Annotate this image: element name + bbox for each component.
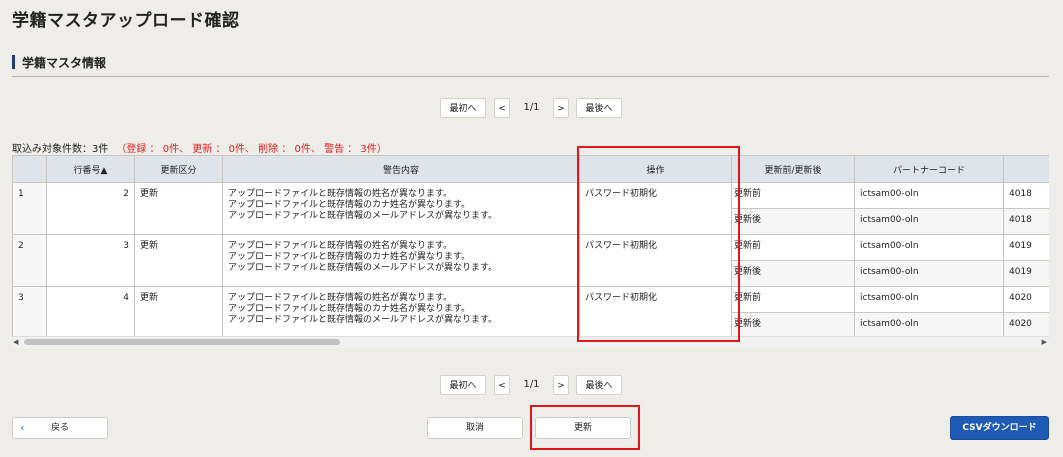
code-after: 4018 (1003, 208, 1049, 235)
scrollbar-thumb[interactable] (24, 339, 340, 345)
table-header-row: 行番号▲ 更新区分 警告内容 操作 更新前/更新後 パートナーコード (12, 155, 1049, 183)
warning-line: アップロードファイルと既存情報のカナ姓名が異なります。 (228, 252, 471, 262)
triangle-left-icon[interactable]: ◀ (13, 338, 18, 346)
before-label: 更新前 (731, 234, 855, 261)
warning-cell: アップロードファイルと既存情報の姓名が異なります。 アップロードファイルと既存情… (222, 286, 580, 339)
code-after: 4019 (1003, 260, 1049, 287)
partner-code-before: ictsam00-oln (854, 182, 1004, 209)
update-type: 更新 (134, 234, 223, 287)
before-label: 更新前 (731, 182, 855, 209)
pager-prev-button[interactable]: < (494, 375, 510, 395)
partner-code-after: ictsam00-oln (854, 260, 1004, 287)
horizontal-scrollbar[interactable]: ◀ ▶ (12, 336, 1049, 348)
warning-line: アップロードファイルと既存情報のメールアドレスが異なります。 (228, 211, 498, 221)
code-before: 4019 (1003, 234, 1049, 261)
csv-download-button[interactable]: CSVダウンロード (950, 416, 1049, 440)
pager-first-button[interactable]: 最初へ (440, 375, 486, 395)
warning-line: アップロードファイルと既存情報のメールアドレスが異なります。 (228, 263, 498, 273)
operation-cell: パスワード初期化 (579, 286, 732, 339)
partner-code-before: ictsam00-oln (854, 286, 1004, 313)
row-number: 2 (12, 234, 47, 287)
col-header-line-number[interactable]: 行番号▲ (46, 155, 135, 183)
warning-line: アップロードファイルと既存情報の姓名が異なります。 (228, 241, 453, 251)
col-header-partner-code[interactable]: パートナーコード (854, 155, 1004, 183)
table-row[interactable]: 3 4 更新 アップロードファイルと既存情報の姓名が異なります。 アップロードフ… (12, 286, 1049, 339)
update-button[interactable]: 更新 (535, 417, 631, 439)
warning-line: アップロードファイルと既存情報のカナ姓名が異なります。 (228, 304, 471, 314)
data-table: 行番号▲ 更新区分 警告内容 操作 更新前/更新後 パートナーコード 1 2 更… (12, 155, 1049, 339)
update-type: 更新 (134, 182, 223, 235)
table-row[interactable]: 2 3 更新 アップロードファイルと既存情報の姓名が異なります。 アップロードフ… (12, 234, 1049, 287)
col-header-operation[interactable]: 操作 (579, 155, 732, 183)
after-label: 更新後 (731, 260, 855, 287)
line-number: 3 (46, 234, 135, 287)
chevron-left-icon: ‹ (20, 421, 25, 434)
pager-prev-button[interactable]: < (494, 98, 510, 118)
row-number: 1 (12, 182, 47, 235)
col-header-rownum (12, 155, 47, 183)
operation-cell: パスワード初期化 (579, 234, 732, 287)
col-header-code (1003, 155, 1049, 183)
summary-count: 取込み対象件数：3件 (12, 144, 109, 155)
cancel-button[interactable]: 取消 (427, 417, 523, 439)
warning-line: アップロードファイルと既存情報のメールアドレスが異なります。 (228, 315, 498, 325)
section-header: 学籍マスタ情報 (12, 53, 1049, 77)
back-button-label: 戻る (50, 423, 69, 433)
warning-line: アップロードファイルと既存情報の姓名が異なります。 (228, 189, 453, 199)
partner-code-after: ictsam00-oln (854, 312, 1004, 339)
warning-line: アップロードファイルと既存情報のカナ姓名が異なります。 (228, 200, 471, 210)
pager-info: 1/1 (523, 102, 540, 113)
pager-next-button[interactable]: > (553, 375, 569, 395)
pager-top: 最初へ < 1/1 > 最後へ (440, 98, 622, 120)
after-label: 更新後 (731, 208, 855, 235)
line-number: 2 (46, 182, 135, 235)
pager-last-button[interactable]: 最後へ (576, 375, 622, 395)
before-label: 更新前 (731, 286, 855, 313)
operation-cell: パスワード初期化 (579, 182, 732, 235)
line-number: 4 (46, 286, 135, 339)
section-accent-bar (12, 55, 15, 69)
triangle-right-icon[interactable]: ▶ (1042, 338, 1047, 346)
warning-line: アップロードファイルと既存情報の姓名が異なります。 (228, 293, 453, 303)
pager-first-button[interactable]: 最初へ (440, 98, 486, 118)
pager-last-button[interactable]: 最後へ (576, 98, 622, 118)
col-header-before-after[interactable]: 更新前/更新後 (731, 155, 855, 183)
update-type: 更新 (134, 286, 223, 339)
warning-cell: アップロードファイルと既存情報の姓名が異なります。 アップロードファイルと既存情… (222, 234, 580, 287)
code-before: 4018 (1003, 182, 1049, 209)
summary-line: 取込み対象件数：3件 （登録 ： 0件、 更新 ： 0件、 削除 ： 0件、 警告… (12, 140, 387, 155)
pager-info: 1/1 (523, 379, 540, 390)
col-header-update-type[interactable]: 更新区分 (134, 155, 223, 183)
row-number: 3 (12, 286, 47, 339)
summary-detail: （登録 ： 0件、 更新 ： 0件、 削除 ： 0件、 警告 ： 3件） (116, 144, 387, 155)
col-header-warning[interactable]: 警告内容 (222, 155, 580, 183)
pager-next-button[interactable]: > (553, 98, 569, 118)
partner-code-after: ictsam00-oln (854, 208, 1004, 235)
code-before: 4020 (1003, 286, 1049, 313)
section-title: 学籍マスタ情報 (22, 56, 107, 70)
warning-cell: アップロードファイルと既存情報の姓名が異なります。 アップロードファイルと既存情… (222, 182, 580, 235)
page-title: 学籍マスタアップロード確認 (12, 11, 240, 31)
after-label: 更新後 (731, 312, 855, 339)
partner-code-before: ictsam00-oln (854, 234, 1004, 261)
code-after: 4020 (1003, 312, 1049, 339)
pager-bottom: 最初へ < 1/1 > 最後へ (440, 375, 622, 397)
table-row[interactable]: 1 2 更新 アップロードファイルと既存情報の姓名が異なります。 アップロードフ… (12, 182, 1049, 235)
back-button[interactable]: ‹ 戻る (12, 417, 108, 439)
data-grid: 行番号▲ 更新区分 警告内容 操作 更新前/更新後 パートナーコード 1 2 更… (12, 155, 1049, 348)
